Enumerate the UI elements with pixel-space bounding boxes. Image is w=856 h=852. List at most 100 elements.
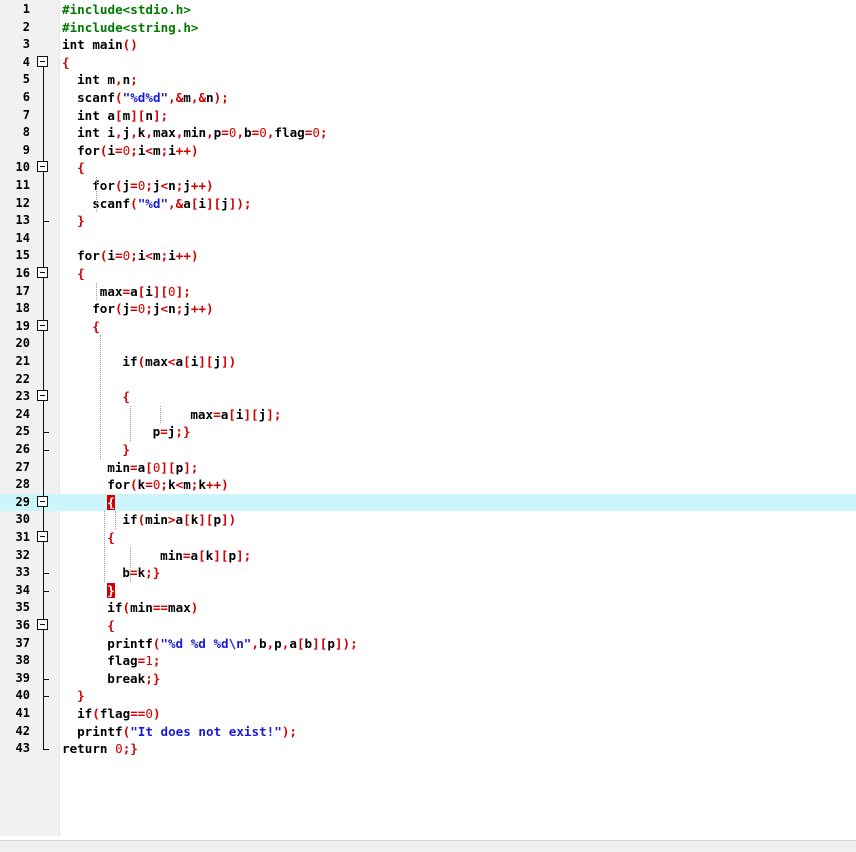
- fold-collapse-icon[interactable]: [36, 265, 52, 283]
- code-token: [: [183, 512, 191, 528]
- code-line[interactable]: 43 return 0;}: [0, 740, 856, 758]
- code-token: {: [107, 530, 115, 545]
- code-line[interactable]: 23 {: [0, 388, 856, 406]
- code-token: (: [130, 477, 138, 493]
- line-number: 10: [15, 160, 30, 175]
- code-line[interactable]: 16 {: [0, 265, 856, 283]
- code-line[interactable]: 19 {: [0, 317, 856, 336]
- code-line[interactable]: 17 max=a[i][0];: [0, 282, 856, 301]
- code-line[interactable]: 37 printf("%d %d %d\n",b,p,a[b][p]);: [0, 634, 856, 653]
- indent-guide: [129, 546, 131, 582]
- code-token: if: [122, 512, 138, 528]
- code-text: #include<string.h>: [62, 19, 198, 37]
- code-line[interactable]: 1 #include<stdio.h>: [0, 1, 856, 19]
- code-token: ,&: [168, 90, 184, 105]
- code-line[interactable]: 32 min=a[k][p];: [0, 546, 856, 565]
- code-token: k: [198, 477, 206, 493]
- line-number: 30: [15, 512, 30, 527]
- code-line[interactable]: 26}: [0, 441, 856, 459]
- code-line[interactable]: 14: [0, 229, 856, 248]
- code-text: for(j=0;j<n;j++): [92, 300, 213, 318]
- code-token: m: [153, 248, 161, 264]
- code-line[interactable]: 8 int i,j,k,max,min,p=0,b=0,flag=0;: [0, 124, 856, 142]
- code-token: ][: [130, 107, 146, 123]
- code-line[interactable]: 42 printf("It does not exist!");: [0, 722, 856, 741]
- code-line[interactable]: 34}: [0, 581, 856, 600]
- fold-marker: [36, 652, 52, 670]
- horizontal-scrollbar[interactable]: [0, 840, 856, 852]
- code-editor[interactable]: 1 #include<stdio.h> 2 #include<string.h> 3 in…: [0, 0, 856, 852]
- fold-marker: [36, 19, 52, 37]
- code-token: ;: [130, 142, 138, 158]
- code-line[interactable]: 27 min=a[0][p];: [0, 458, 856, 477]
- code-line[interactable]: 2 #include<string.h>: [0, 19, 856, 37]
- indent-guide: [95, 177, 97, 213]
- code-line[interactable]: 6 scanf("%d%d",&m,&n);: [0, 89, 856, 107]
- code-token: max: [167, 600, 191, 616]
- code-line[interactable]: 20: [0, 335, 856, 353]
- fold-collapse-icon[interactable]: [36, 493, 52, 512]
- fold-marker: [36, 1, 52, 19]
- code-line[interactable]: 30 if(min>a[k][p]): [0, 511, 856, 529]
- code-text: printf("%d %d %d\n",b,p,a[b][p]);: [107, 635, 357, 653]
- fold-marker: [36, 511, 52, 529]
- code-line[interactable]: 31 {: [0, 529, 856, 547]
- code-line[interactable]: 38 flag=1;: [0, 652, 856, 670]
- code-line[interactable]: 25 p=j;}: [0, 423, 856, 441]
- code-text: }: [77, 687, 85, 705]
- code-token: for: [107, 477, 131, 493]
- code-line[interactable]: 7 int a[m][n];: [0, 106, 856, 125]
- code-line[interactable]: 41 if(flag==0): [0, 705, 856, 723]
- code-token: ];: [183, 459, 199, 475]
- code-line[interactable]: 40}: [0, 687, 856, 705]
- code-line[interactable]: 10 {: [0, 159, 856, 177]
- line-number: 21: [15, 354, 30, 368]
- fold-collapse-icon[interactable]: [36, 159, 52, 177]
- code-line[interactable]: 4{: [0, 54, 856, 72]
- code-text: scanf("%d",&a[i][j]);: [92, 195, 251, 213]
- indent-guide: [160, 405, 162, 424]
- fold-collapse-icon[interactable]: [36, 388, 52, 406]
- code-line[interactable]: 9 for(i=0;i<m;i++): [0, 141, 856, 160]
- code-token: ]);: [228, 195, 252, 211]
- code-line[interactable]: 12 scanf("%d",&a[i][j]);: [0, 194, 856, 213]
- code-line[interactable]: 21 if(max<a[i][j]): [0, 353, 856, 371]
- code-line[interactable]: 22: [0, 370, 856, 389]
- code-line[interactable]: 29 {: [0, 493, 856, 512]
- code-line[interactable]: 35 if(min==max): [0, 599, 856, 617]
- code-area[interactable]: 1 #include<stdio.h> 2 #include<string.h> 3 in…: [0, 0, 856, 836]
- code-line[interactable]: 11 for(j=0;j<n;j++): [0, 177, 856, 195]
- code-line[interactable]: 13}: [0, 212, 856, 230]
- fold-collapse-icon[interactable]: [36, 54, 52, 72]
- code-text: p=j;}: [153, 423, 191, 441]
- line-number: 11: [15, 178, 30, 192]
- code-token: p: [228, 547, 237, 563]
- fold-collapse-icon[interactable]: [36, 529, 52, 547]
- fold-marker: [36, 282, 52, 301]
- code-text: if(flag==0): [77, 705, 160, 723]
- code-line[interactable]: 15 for(i=0;i<m;i++): [0, 247, 856, 265]
- code-line[interactable]: 28 for(k=0;k<m;k++): [0, 476, 856, 494]
- code-line[interactable]: 24 max=a[i][j];: [0, 405, 856, 424]
- code-text: {: [122, 388, 130, 406]
- code-line[interactable]: 33 b=k;}: [0, 564, 856, 582]
- code-token: ++): [190, 178, 214, 193]
- fold-collapse-icon[interactable]: [36, 617, 52, 635]
- fold-collapse-icon[interactable]: [36, 317, 52, 336]
- code-line[interactable]: 39 break;}: [0, 669, 856, 688]
- fold-marker: [36, 687, 52, 705]
- fold-marker: [36, 212, 52, 230]
- line-number: 20: [15, 336, 30, 351]
- code-line[interactable]: 5 int m,n;: [0, 71, 856, 89]
- code-token: min: [130, 600, 153, 616]
- code-line[interactable]: 18 for(j=0;j<n;j++): [0, 300, 856, 318]
- code-line[interactable]: 3 int main(): [0, 36, 856, 54]
- code-token: ];: [152, 107, 169, 123]
- code-token: "%d %d %d\n": [160, 635, 252, 651]
- code-line[interactable]: 36 {: [0, 617, 856, 635]
- line-number: 3: [22, 37, 30, 52]
- code-token: j: [183, 178, 191, 193]
- code-token: k: [168, 477, 176, 493]
- line-number: 38: [15, 653, 30, 668]
- line-number: 6: [22, 90, 30, 104]
